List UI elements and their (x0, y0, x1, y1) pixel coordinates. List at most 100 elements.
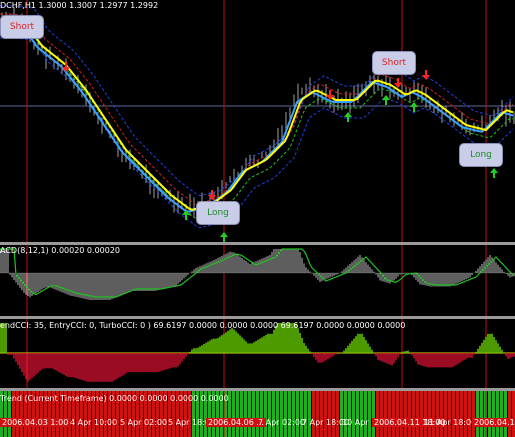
trend-bar (348, 391, 351, 437)
buy-arrow-icon (410, 102, 418, 112)
trend-bar (304, 391, 307, 437)
trend-bar (388, 391, 391, 437)
trend-bar (256, 391, 259, 437)
time-axis-label: 5 Apr 02:00 (120, 418, 168, 427)
red-ma-line (0, 13, 514, 205)
trend-bar (500, 391, 503, 437)
trend-bar (508, 391, 511, 437)
short-signal-label[interactable]: Short (0, 15, 44, 39)
time-axis-label: 11 Apr 18:00 (424, 418, 477, 427)
long-signal-label[interactable]: Long (196, 201, 240, 225)
trend-bar (232, 391, 235, 437)
trend-bar (456, 391, 459, 437)
trend-bar (380, 391, 383, 437)
time-axis-label: 4 Apr 10:00 (70, 418, 118, 427)
price-chart-pane[interactable]: DCHF,H1 1.3000 1.3007 1.2977 1.2992 Shor… (0, 0, 515, 242)
buy-arrow-icon (344, 112, 352, 122)
trend-bar (392, 391, 395, 437)
trend-bar (440, 391, 443, 437)
trend-bar (296, 391, 299, 437)
cci-pane[interactable]: endCCI: 35, EntryCCI: 0, TurboCCI: 0 ) 6… (0, 319, 515, 388)
long-signal-label[interactable]: Long (459, 143, 503, 167)
trend-bar (404, 391, 407, 437)
trend-bar (308, 391, 311, 437)
trend-bar (396, 391, 399, 437)
trend-bar (316, 391, 319, 437)
trend-bar (324, 391, 327, 437)
trend-header: Trend (Current Timeframe) 0.0000 0.0000 … (0, 394, 229, 403)
trend-bar (372, 391, 375, 437)
trend-bar (284, 391, 287, 437)
trend-bar (344, 391, 347, 437)
trend-bar (248, 391, 251, 437)
trend-bar (460, 391, 463, 437)
green-ma-line (0, 27, 514, 219)
lower-band-line (0, 37, 514, 229)
trend-bar (464, 391, 467, 437)
trend-bar (352, 391, 355, 437)
trend-bar (300, 391, 303, 437)
trend-pane[interactable]: Trend (Current Timeframe) 0.0000 0.0000 … (0, 391, 515, 437)
trend-bar (240, 391, 243, 437)
trend-bar (468, 391, 471, 437)
trend-bar (244, 391, 247, 437)
trend-bar (332, 391, 335, 437)
price-chart-header: DCHF,H1 1.3000 1.3007 1.2977 1.2992 (0, 1, 159, 10)
trend-bar (260, 391, 263, 437)
trend-bar (488, 391, 491, 437)
trend-bar (480, 391, 483, 437)
trend-bar (276, 391, 279, 437)
trend-bar (496, 391, 499, 437)
trading-chart-window: { "main_chart": { "header": "DCHF,H1 1.3… (0, 0, 515, 437)
buy-arrow-icon (382, 95, 390, 105)
trend-bar (356, 391, 359, 437)
trend-bar (492, 391, 495, 437)
trend-bar (368, 391, 371, 437)
trend-bar (448, 391, 451, 437)
buy-arrow-icon (220, 232, 228, 242)
time-axis-label: 2006.04.12 (472, 418, 515, 427)
trend-bar (328, 391, 331, 437)
time-axis-label: 2006.04.03 1:00 (0, 418, 71, 427)
macd-header: ACD(8,12,1) 0.00020 0.00020 (0, 246, 121, 255)
trend-bar (360, 391, 363, 437)
cci-header: endCCI: 35, EntryCCI: 0, TurboCCI: 0 ) 6… (0, 321, 406, 330)
trend-bar (432, 391, 435, 437)
trend-bar (412, 391, 415, 437)
trend-bar (436, 391, 439, 437)
trend-bar (472, 391, 475, 437)
trend-bar (444, 391, 447, 437)
short-signal-label[interactable]: Short (372, 51, 416, 75)
price-chart-canvas (0, 0, 515, 242)
trend-bar (340, 391, 343, 437)
trend-bar (264, 391, 267, 437)
trend-bar (236, 391, 239, 437)
trend-bar (268, 391, 271, 437)
upper-band-line (0, 5, 514, 197)
trend-bar (272, 391, 275, 437)
trend-bar (336, 391, 339, 437)
trend-bar (320, 391, 323, 437)
trend-bar (420, 391, 423, 437)
time-axis-label: 7 Apr 02:00 (258, 418, 306, 427)
trend-bar (280, 391, 283, 437)
trend-bar (452, 391, 455, 437)
trend-bar (476, 391, 479, 437)
trend-bar (364, 391, 367, 437)
macd-pane[interactable]: ACD(8,12,1) 0.00020 0.00020 (0, 245, 515, 316)
trend-bar (252, 391, 255, 437)
trend-bar (416, 391, 419, 437)
trend-bar (376, 391, 379, 437)
sell-arrow-icon (394, 78, 402, 88)
time-axis-label: 2006.04.06 ... (206, 418, 266, 427)
trend-bar (408, 391, 411, 437)
trend-bar (504, 391, 507, 437)
trend-bar (384, 391, 387, 437)
trend-bar (288, 391, 291, 437)
trend-bar (424, 391, 427, 437)
blue-ma-line (0, 21, 514, 213)
buy-arrow-icon (490, 168, 498, 178)
trend-bar (428, 391, 431, 437)
trend-bar (312, 391, 315, 437)
trend-bar (292, 391, 295, 437)
